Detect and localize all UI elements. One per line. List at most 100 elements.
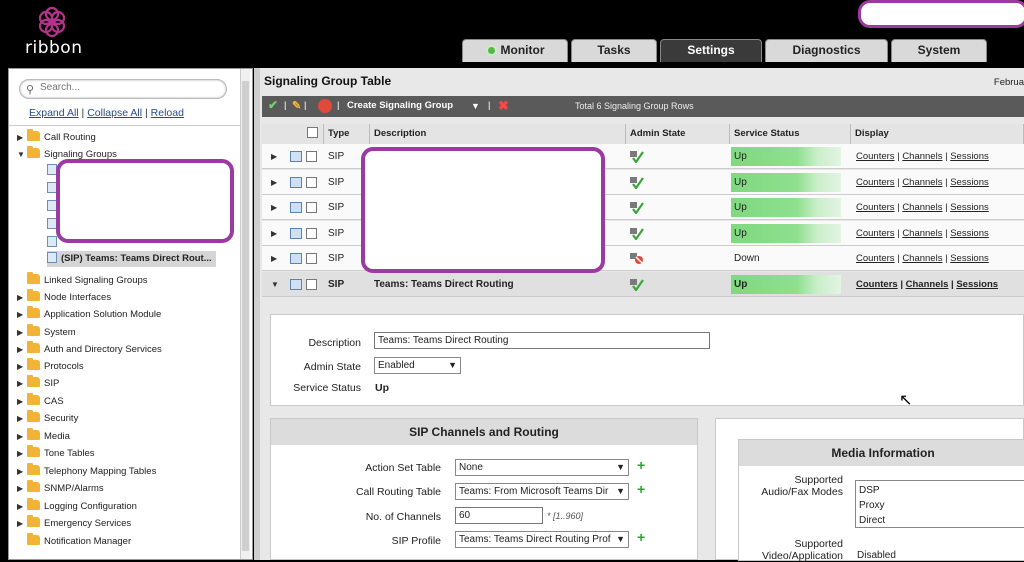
expand-row-icon[interactable]: ▶ bbox=[271, 246, 277, 271]
call-routing-select[interactable]: Teams: From Microsoft Teams Dir ▼ bbox=[455, 483, 629, 500]
channels-link[interactable]: Channels bbox=[902, 253, 942, 264]
channels-link[interactable]: Channels bbox=[902, 151, 942, 162]
description-field[interactable]: Teams: Teams Direct Routing bbox=[374, 332, 710, 349]
channels-link[interactable]: Channels bbox=[902, 177, 942, 188]
tree-scrollbar[interactable] bbox=[240, 69, 250, 559]
row-checkbox[interactable] bbox=[306, 151, 317, 162]
expand-arrow-icon[interactable]: ▶ bbox=[17, 290, 27, 306]
row-checkbox[interactable] bbox=[306, 253, 317, 264]
expand-arrow-icon[interactable]: ▶ bbox=[17, 307, 27, 323]
tree-item-node-interfaces[interactable]: ▶ Node Interfaces bbox=[17, 289, 111, 306]
expand-row-icon[interactable]: ▶ bbox=[271, 170, 277, 195]
expand-row-icon[interactable]: ▶ bbox=[271, 144, 277, 169]
tree-item-protocols[interactable]: ▶ Protocols bbox=[17, 358, 84, 375]
select-all-checkbox[interactable] bbox=[307, 127, 318, 138]
sessions-link[interactable]: Sessions bbox=[950, 177, 989, 188]
channels-link[interactable]: Channels bbox=[902, 228, 942, 239]
sessions-link[interactable]: Sessions bbox=[950, 253, 989, 264]
scrollbar-thumb[interactable] bbox=[242, 81, 249, 551]
expand-arrow-icon[interactable]: ▶ bbox=[17, 464, 27, 480]
sip-profile-select[interactable]: Teams: Teams Direct Routing Prof ▼ bbox=[455, 531, 629, 548]
tab-diagnostics[interactable]: Diagnostics bbox=[765, 39, 888, 62]
sessions-link[interactable]: Sessions bbox=[950, 228, 989, 239]
expand-arrow-icon[interactable]: ▶ bbox=[17, 429, 27, 445]
tree-item-security[interactable]: ▶ Security bbox=[17, 410, 78, 427]
channels-input[interactable]: 60 bbox=[455, 507, 543, 524]
create-signaling-group-button[interactable]: Create Signaling Group bbox=[347, 100, 453, 111]
tree-item-media[interactable]: ▶ Media bbox=[17, 428, 70, 445]
expand-arrow-icon[interactable]: ▶ bbox=[17, 411, 27, 427]
counters-link[interactable]: Counters bbox=[856, 279, 898, 290]
add-action-set-icon[interactable]: + bbox=[637, 457, 645, 473]
row-checkbox[interactable] bbox=[306, 227, 317, 239]
tree-item-logging[interactable]: ▶ Logging Configuration bbox=[17, 498, 137, 515]
tree-item-linked-signaling-groups[interactable]: Linked Signaling Groups bbox=[17, 272, 148, 289]
sessions-link[interactable]: Sessions bbox=[956, 279, 998, 290]
table-row[interactable]: ▼ SIP Teams: Teams Direct Routing Up Counter… bbox=[262, 271, 1024, 297]
tree-item-notification[interactable]: Notification Manager bbox=[17, 533, 131, 550]
tree-item-application-solution-module[interactable]: ▶ Application Solution Module bbox=[17, 306, 161, 323]
row-checkbox[interactable] bbox=[306, 202, 317, 213]
row-checkbox[interactable] bbox=[306, 278, 317, 290]
disable-icon[interactable] bbox=[318, 99, 332, 113]
expand-arrow-icon[interactable]: ▶ bbox=[17, 130, 27, 146]
channels-link[interactable]: Channels bbox=[902, 202, 942, 213]
expand-arrow-icon[interactable]: ▶ bbox=[17, 516, 27, 532]
tree-item-cas[interactable]: ▶ CAS bbox=[17, 393, 64, 410]
admin-state-select[interactable]: Enabled ▼ bbox=[374, 357, 461, 374]
sessions-link[interactable]: Sessions bbox=[950, 202, 989, 213]
expand-arrow-icon[interactable]: ▶ bbox=[17, 376, 27, 392]
expand-row-icon[interactable]: ▶ bbox=[271, 221, 277, 246]
audio-modes-listbox[interactable]: DSP Proxy Direct bbox=[855, 480, 1024, 528]
row-checkbox[interactable] bbox=[306, 176, 317, 188]
collapse-row-icon[interactable]: ▼ bbox=[271, 272, 279, 297]
add-call-routing-icon[interactable]: + bbox=[637, 481, 645, 497]
counters-link[interactable]: Counters bbox=[856, 177, 895, 188]
expand-row-icon[interactable]: ▶ bbox=[271, 195, 277, 220]
reload-link[interactable]: Reload bbox=[151, 107, 184, 119]
collapse-arrow-icon[interactable]: ▼ bbox=[17, 147, 27, 163]
add-sip-profile-icon[interactable]: + bbox=[637, 529, 645, 545]
collapse-all-link[interactable]: Collapse All bbox=[87, 107, 142, 119]
expand-arrow-icon[interactable]: ▶ bbox=[17, 481, 27, 497]
checkmark-icon[interactable]: ✔ bbox=[268, 98, 278, 112]
delete-icon[interactable]: ✖ bbox=[498, 98, 509, 114]
tree-search[interactable]: ⚲ bbox=[19, 79, 227, 99]
tab-tasks[interactable]: Tasks bbox=[571, 39, 657, 62]
tree-item-snmp-alarms[interactable]: ▶ SNMP/Alarms bbox=[17, 480, 104, 497]
tree-item-call-routing[interactable]: ▶ Call Routing bbox=[17, 129, 96, 146]
counters-link[interactable]: Counters bbox=[856, 202, 895, 213]
col-header-admin-state[interactable]: Admin State bbox=[626, 124, 730, 144]
action-set-select[interactable]: None ▼ bbox=[455, 459, 629, 476]
tree-item-sip[interactable]: ▶ SIP bbox=[17, 375, 59, 392]
counters-link[interactable]: Counters bbox=[856, 253, 895, 264]
tree-item-telephony-mapping[interactable]: ▶ Telephony Mapping Tables bbox=[17, 463, 156, 480]
counters-link[interactable]: Counters bbox=[856, 151, 895, 162]
expand-arrow-icon[interactable]: ▶ bbox=[17, 359, 27, 375]
tree-item-auth-directory[interactable]: ▶ Auth and Directory Services bbox=[17, 341, 162, 358]
col-header-service-status[interactable]: Service Status bbox=[730, 124, 851, 144]
counters-link[interactable]: Counters bbox=[856, 228, 895, 239]
sessions-link[interactable]: Sessions bbox=[950, 151, 989, 162]
chevron-down-icon[interactable]: ▼ bbox=[471, 101, 480, 111]
expand-arrow-icon[interactable]: ▶ bbox=[17, 342, 27, 358]
expand-arrow-icon[interactable]: ▶ bbox=[17, 325, 27, 341]
tree-item-emergency[interactable]: ▶ Emergency Services bbox=[17, 515, 131, 532]
expand-arrow-icon[interactable]: ▶ bbox=[17, 394, 27, 410]
edit-icon[interactable]: ✎ bbox=[292, 99, 301, 112]
col-header-type[interactable]: Type bbox=[324, 124, 370, 144]
tab-settings[interactable]: Settings bbox=[660, 39, 762, 62]
tree-child-selected[interactable]: (SIP) Teams: Teams Direct Rout... bbox=[47, 251, 216, 267]
tab-system[interactable]: System bbox=[891, 39, 987, 62]
channels-link[interactable]: Channels bbox=[906, 279, 949, 290]
tree-item-system[interactable]: ▶ System bbox=[17, 324, 76, 341]
col-header-display[interactable]: Display bbox=[851, 124, 1024, 144]
col-header-description[interactable]: Description bbox=[370, 124, 626, 144]
expand-arrow-icon[interactable]: ▶ bbox=[17, 446, 27, 462]
tree-item-tone-tables[interactable]: ▶ Tone Tables bbox=[17, 445, 95, 462]
search-input[interactable] bbox=[40, 82, 220, 93]
expand-all-link[interactable]: Expand All bbox=[29, 107, 79, 119]
expand-arrow-icon[interactable]: ▶ bbox=[17, 499, 27, 515]
folder-icon bbox=[27, 129, 40, 141]
tab-monitor[interactable]: Monitor bbox=[462, 39, 568, 62]
